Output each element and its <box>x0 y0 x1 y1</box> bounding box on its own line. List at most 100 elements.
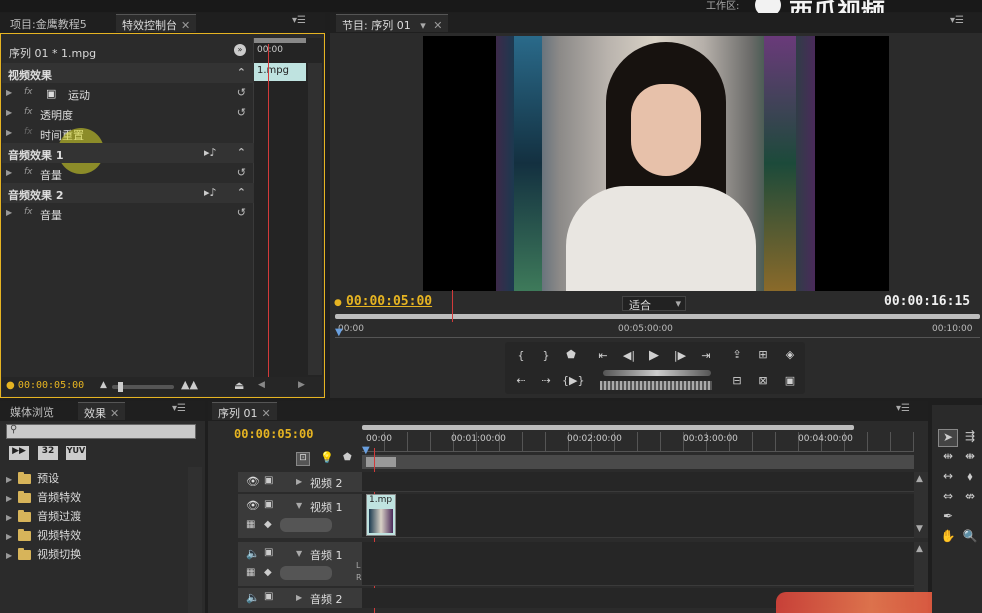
close-icon[interactable]: ✕ <box>110 407 119 420</box>
close-icon[interactable]: ✕ <box>181 19 190 32</box>
mini-scrollbar[interactable] <box>308 63 322 375</box>
video-frame[interactable] <box>496 36 815 291</box>
pen-tool-icon[interactable]: ✒ <box>938 509 958 527</box>
extract-icon[interactable]: ⊟ <box>728 374 746 387</box>
keyframe-icon[interactable]: ◆ <box>264 519 272 530</box>
scroll-right-icon[interactable]: ▶ <box>298 380 305 390</box>
effect-row-time-remap[interactable]: ▶ fx 时间重置 <box>2 123 254 143</box>
mini-playhead[interactable] <box>268 44 269 378</box>
effect-row-volume-1[interactable]: ▶ fx 音量 ↺ <box>2 163 254 183</box>
timeline-current-time[interactable]: 00:00:05:00 <box>234 427 313 441</box>
play-in-to-out-icon[interactable]: {▶} <box>562 374 584 387</box>
mark-out-icon[interactable]: } <box>537 349 555 362</box>
effect-row-motion[interactable]: ▶ fx ▣ 运动 ↺ <box>2 83 254 103</box>
safe-margins-icon[interactable]: ⊞ <box>754 348 772 361</box>
collapse-icon[interactable]: ⌃ <box>237 66 246 79</box>
step-forward-icon[interactable]: |▶ <box>671 349 689 362</box>
mark-in-icon[interactable]: { <box>512 349 530 362</box>
track-lane-video-1[interactable] <box>362 494 914 538</box>
scroll-up-icon[interactable]: ▲ <box>916 474 923 484</box>
tab-sequence[interactable]: 序列 01 ✕ <box>212 402 277 420</box>
panel-menu-icon[interactable]: ▾☰ <box>172 403 186 414</box>
timeline-scroll-bar[interactable] <box>362 425 854 430</box>
panel-menu-icon[interactable]: ▾☰ <box>950 15 964 26</box>
fit-select[interactable]: 适合 ▾ <box>622 296 686 312</box>
set-marker-icon[interactable]: 💡 <box>320 451 334 464</box>
expand-triangle-icon[interactable]: ▶ <box>296 593 302 602</box>
rolling-edit-tool-icon[interactable]: ⇼ <box>960 449 980 467</box>
display-style-icon[interactable]: ▦ <box>246 519 255 530</box>
razor-tool-icon[interactable]: ⬧ <box>960 469 980 487</box>
tab-effects[interactable]: 效果 ✕ <box>78 402 126 420</box>
go-to-in-icon[interactable]: ⇤ <box>594 349 612 362</box>
play-icon[interactable]: ▶ <box>645 348 663 363</box>
go-to-out-icon[interactable]: ⇥ <box>697 349 715 362</box>
panel-menu-icon[interactable]: ▾☰ <box>292 15 306 26</box>
timeline-vscroll-top[interactable]: ▲ ▼ <box>914 472 928 538</box>
program-scroll-bar[interactable] <box>335 314 980 319</box>
work-area-handle[interactable] <box>366 457 396 467</box>
expand-triangle-icon[interactable]: ▶ <box>6 532 12 541</box>
track-select-tool-icon[interactable]: ⇶ <box>960 429 980 447</box>
sync-lock-icon[interactable]: ▣ <box>264 499 273 510</box>
fx-icon[interactable]: fx <box>24 207 33 217</box>
track-lane-video-2[interactable] <box>362 472 914 492</box>
sync-lock-icon[interactable]: ▣ <box>264 547 273 558</box>
show-timeline-icon[interactable]: » <box>234 44 246 56</box>
close-icon[interactable]: ✕ <box>433 19 442 32</box>
slide-tool-icon[interactable]: ⇎ <box>960 489 980 507</box>
keyframe-nav[interactable] <box>280 566 332 580</box>
expand-triangle-icon[interactable]: ▶ <box>296 477 302 486</box>
sequence-dropdown-icon[interactable]: ▾ <box>420 19 426 32</box>
program-current-time[interactable]: ● 00:00:05:00 <box>334 294 432 309</box>
expand-triangle-icon[interactable]: ▶ <box>6 88 12 97</box>
expand-triangle-icon[interactable]: ▶ <box>6 513 12 522</box>
yuv-badge[interactable]: YUV <box>66 446 86 460</box>
effect-row-opacity[interactable]: ▶ fx 透明度 ↺ <box>2 103 254 123</box>
close-icon[interactable]: ✕ <box>262 407 271 420</box>
accelerated-effects-icon[interactable]: ▶▶ <box>9 446 29 460</box>
collapse-icon[interactable]: ⌃ <box>237 146 246 159</box>
collapse-icon[interactable]: ⌃ <box>237 186 246 199</box>
effect-row-volume-2[interactable]: ▶ fx 音量 ↺ <box>2 203 254 223</box>
go-to-next-edit-icon[interactable]: ⇢ <box>537 374 555 387</box>
trim-icon[interactable]: ⊠ <box>754 374 772 387</box>
panel-menu-icon[interactable]: ▾☰ <box>896 403 910 414</box>
display-style-icon[interactable]: ▦ <box>246 567 255 578</box>
shuttle-slider[interactable] <box>603 370 711 376</box>
ripple-edit-tool-icon[interactable]: ⇹ <box>938 449 958 467</box>
slip-tool-icon[interactable]: ⇔ <box>938 489 958 507</box>
export-frame-icon[interactable]: ▣ <box>781 374 799 387</box>
snap-icon[interactable]: ⊡ <box>296 452 310 466</box>
track-lane-audio-1[interactable] <box>362 542 914 586</box>
mini-clip[interactable]: 1.mpg <box>254 63 306 81</box>
audio-note-icon[interactable]: ▸♪ <box>204 186 217 199</box>
expand-triangle-icon[interactable]: ▶ <box>6 128 12 137</box>
tab-effect-controls[interactable]: 特效控制台 ✕ <box>116 14 197 32</box>
go-to-prev-edit-icon[interactable]: ⇠ <box>512 374 530 387</box>
output-icon[interactable]: ◈ <box>781 348 799 361</box>
tree-item-audio-transitions[interactable]: ▶ 音频过渡 <box>6 508 81 524</box>
fx-icon[interactable]: fx <box>24 107 33 117</box>
sync-lock-icon[interactable]: ▣ <box>264 591 273 602</box>
zoom-tool-icon[interactable]: 🔍 <box>960 529 980 547</box>
footer-time[interactable]: ● 00:00:05:00 <box>6 380 84 391</box>
export-icon[interactable]: ⏏ <box>234 379 244 392</box>
collapse-triangle-icon[interactable]: ▼ <box>296 501 302 510</box>
tree-item-audio-effects[interactable]: ▶ 音频特效 <box>6 489 81 505</box>
add-marker-icon[interactable]: ⬟ <box>562 348 580 361</box>
add-marker-icon[interactable]: ⬟ <box>343 452 352 463</box>
tree-item-video-transitions[interactable]: ▶ 视频切换 <box>6 546 81 562</box>
scroll-up-icon[interactable]: ▲ <box>916 544 923 554</box>
reset-icon[interactable]: ↺ <box>237 86 246 99</box>
reset-icon[interactable]: ↺ <box>237 106 246 119</box>
expand-triangle-icon[interactable]: ▶ <box>6 168 12 177</box>
fx-icon[interactable]: fx <box>24 87 33 97</box>
keyframe-nav[interactable] <box>280 518 332 532</box>
timeline-playhead-icon[interactable]: ▼ <box>362 445 370 456</box>
expand-triangle-icon[interactable]: ▶ <box>6 208 12 217</box>
hand-tool-icon[interactable]: ✋ <box>938 529 958 547</box>
effects-scrollbar[interactable] <box>188 467 202 613</box>
effects-search-input[interactable]: ⚲ <box>6 424 196 439</box>
program-playhead-icon[interactable]: ▼ <box>335 327 343 338</box>
